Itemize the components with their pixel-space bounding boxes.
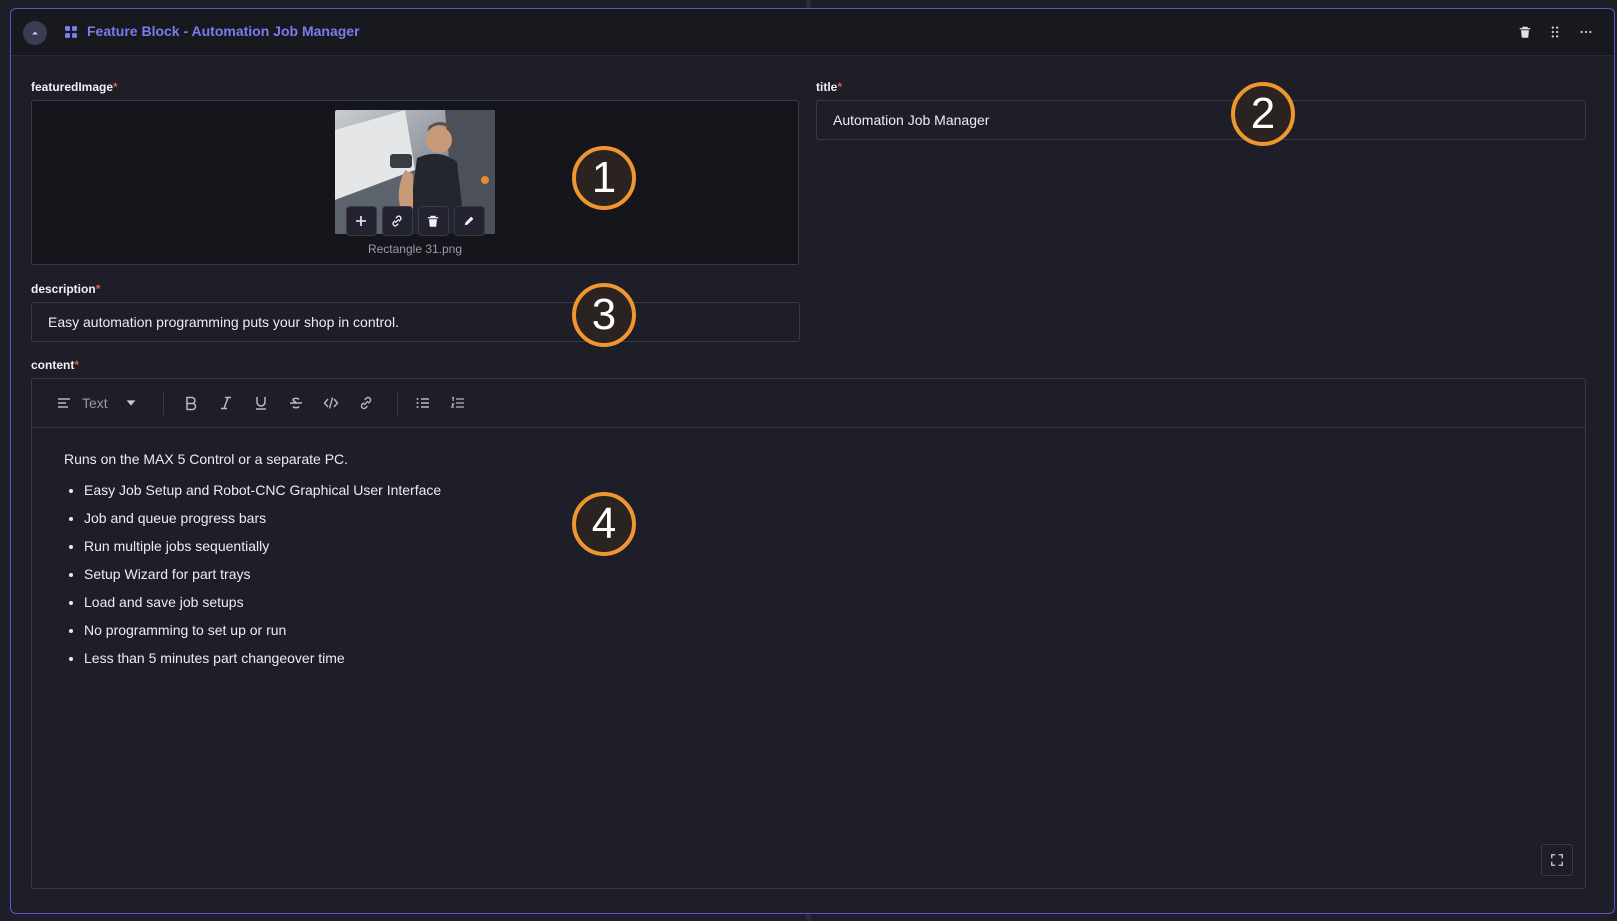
required-mark: *	[113, 80, 118, 94]
required-mark: *	[74, 358, 80, 372]
italic-button[interactable]	[214, 391, 238, 415]
strikethrough-button[interactable]	[284, 391, 308, 415]
list-item: Setup Wizard for part trays	[84, 565, 1553, 584]
chevron-up-icon	[32, 31, 38, 35]
image-file-name: Rectangle 31.png	[367, 242, 463, 256]
more-horizontal-icon	[1580, 30, 1592, 34]
list-item: Easy Job Setup and Robot-CNC Graphical U…	[84, 481, 1553, 500]
description-input[interactable]: Easy automation programming puts your sh…	[31, 302, 800, 342]
bold-button[interactable]	[179, 391, 203, 415]
list-item: Less than 5 minutes part changeover time	[84, 649, 1553, 668]
panel-header: Feature Block - Automation Job Manager	[11, 9, 1614, 56]
required-mark: *	[837, 80, 843, 94]
toolbar-separator	[163, 391, 164, 415]
trash-icon	[427, 215, 439, 227]
toolbar-separator	[397, 391, 398, 415]
title-label: title*	[816, 80, 842, 94]
featured-image-field[interactable]: Rectangle 31.png	[31, 100, 799, 265]
annotation-badge-4: 4	[572, 492, 636, 556]
paragraph-style-select[interactable]: Text	[82, 391, 172, 415]
underline-icon	[256, 397, 266, 410]
fullscreen-button[interactable]	[1541, 844, 1573, 876]
numbered-list-button[interactable]	[446, 391, 470, 415]
annotation-badge-1: 1	[572, 146, 636, 210]
numbered-list-icon	[450, 396, 464, 408]
description-label: description*	[31, 282, 100, 296]
editor-toolbar: Text	[32, 379, 1585, 428]
list-item: Job and queue progress bars	[84, 509, 1553, 528]
bullet-list-icon	[416, 398, 429, 408]
align-left-icon	[56, 391, 72, 415]
link-icon	[392, 215, 402, 227]
content-editor: Text Runs on the MAX 5 Control or a sepa…	[31, 378, 1586, 889]
remove-image-button[interactable]	[417, 206, 449, 236]
content-bullet-list: Easy Job Setup and Robot-CNC Graphical U…	[64, 481, 1553, 668]
annotation-badge-3: 3	[572, 283, 636, 347]
description-label-text: description	[31, 282, 96, 296]
list-item: Run multiple jobs sequentially	[84, 537, 1553, 556]
collapse-button[interactable]	[23, 21, 47, 45]
list-item: No programming to set up or run	[84, 621, 1553, 640]
bullet-list-button[interactable]	[411, 391, 435, 415]
featured-image-label-text: featuredImage	[31, 80, 114, 94]
content-intro: Runs on the MAX 5 Control or a separate …	[64, 451, 349, 467]
content-label-text: content	[31, 358, 75, 372]
add-image-button[interactable]	[345, 206, 377, 236]
link-icon	[360, 396, 372, 410]
italic-icon	[221, 396, 231, 410]
link-button[interactable]	[354, 391, 378, 415]
annotation-badge-2: 2	[1231, 82, 1295, 146]
featured-image-label: featuredImage*	[31, 80, 118, 94]
editor-content[interactable]: Runs on the MAX 5 Control or a separate …	[64, 451, 1553, 677]
underline-button[interactable]	[249, 391, 273, 415]
bold-icon	[186, 396, 197, 411]
more-options-button[interactable]	[1577, 23, 1595, 41]
title-label-text: title	[816, 80, 838, 94]
title-input[interactable]: Automation Job Manager	[816, 100, 1586, 140]
caret-down-icon	[126, 400, 136, 406]
edit-image-button[interactable]	[453, 206, 485, 236]
pencil-icon	[464, 216, 474, 226]
code-icon	[323, 397, 339, 409]
block-title: Feature Block - Automation Job Manager	[87, 23, 360, 39]
blocks-icon	[65, 26, 77, 38]
strikethrough-icon	[290, 397, 302, 409]
link-image-button[interactable]	[381, 206, 413, 236]
content-label: content*	[31, 358, 79, 372]
paragraph-style-value: Text	[82, 395, 108, 411]
code-button[interactable]	[319, 391, 343, 415]
list-item: Load and save job setups	[84, 593, 1553, 612]
plus-icon	[356, 216, 366, 226]
delete-block-button[interactable]	[1516, 23, 1534, 41]
thumbnail-actions	[335, 206, 495, 236]
required-mark: *	[95, 282, 101, 296]
drag-dots-icon	[1551, 26, 1559, 38]
expand-icon	[1551, 854, 1563, 866]
trash-icon	[1519, 26, 1531, 38]
drag-handle[interactable]	[1546, 23, 1564, 41]
